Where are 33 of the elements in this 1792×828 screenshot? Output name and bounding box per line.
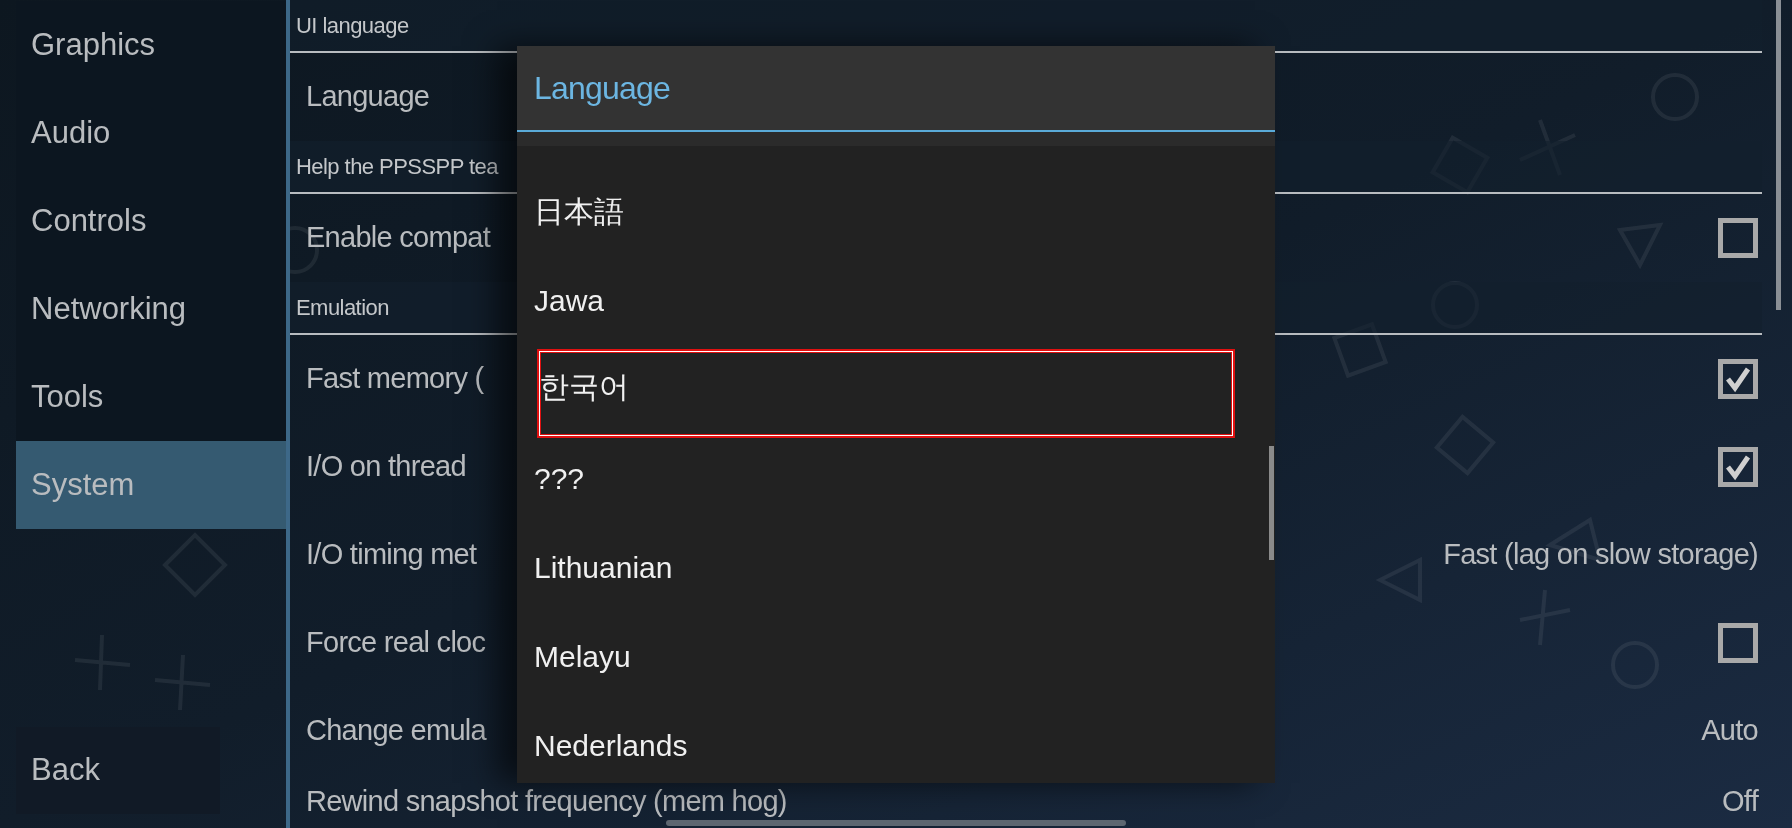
back-button[interactable]: Back bbox=[16, 727, 220, 814]
language-option[interactable]: Lithuanian bbox=[534, 527, 1232, 616]
setting-label: Change emula bbox=[306, 713, 486, 749]
setting-label: I/O on thread bbox=[306, 449, 466, 485]
dialog-title: Language bbox=[534, 69, 670, 108]
setting-value: Fast (lag on slow storage) bbox=[1443, 537, 1758, 573]
setting-label: I/O timing met bbox=[306, 537, 477, 573]
sidebar-item[interactable]: Networking bbox=[16, 265, 286, 353]
checkbox[interactable] bbox=[1718, 623, 1758, 663]
sidebar-item[interactable]: System bbox=[16, 441, 286, 529]
sidebar-item[interactable]: Tools bbox=[16, 353, 286, 441]
setting-label: Rewind snapshot frequency (mem hog) bbox=[306, 783, 787, 819]
checkbox[interactable] bbox=[1718, 359, 1758, 399]
sidebar-item[interactable]: Controls bbox=[16, 177, 286, 265]
setting-label: Fast memory ( bbox=[306, 361, 484, 397]
scrollbar[interactable] bbox=[1776, 0, 1781, 310]
checkbox[interactable] bbox=[1718, 218, 1758, 258]
setting-value: Auto bbox=[1701, 713, 1758, 749]
setting-label: Enable compat bbox=[306, 220, 491, 256]
section-header: Help the PPSSPP tea bbox=[296, 153, 498, 181]
language-option[interactable]: 日本語 bbox=[534, 171, 1232, 260]
language-option[interactable]: Nederlands bbox=[534, 705, 1232, 783]
setting-label: Language bbox=[306, 79, 430, 115]
section-header: UI language bbox=[296, 12, 409, 40]
scrollbar[interactable] bbox=[1269, 446, 1274, 560]
section-header: Emulation bbox=[296, 294, 389, 322]
setting-value: Off bbox=[1722, 783, 1758, 819]
language-option[interactable]: 한국어 bbox=[537, 349, 1235, 438]
checkbox[interactable] bbox=[1718, 447, 1758, 487]
language-option[interactable]: Melayu bbox=[534, 616, 1232, 705]
language-option[interactable]: ??? bbox=[534, 438, 1232, 527]
setting-label: Force real cloc bbox=[306, 625, 486, 661]
language-option[interactable]: Jawa bbox=[534, 260, 1232, 349]
